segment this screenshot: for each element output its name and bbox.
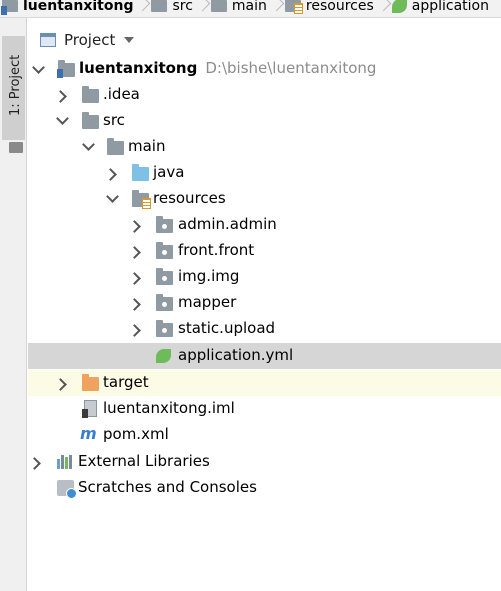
chevron-down-icon[interactable] — [124, 37, 135, 43]
tree-node-target[interactable]: target — [28, 370, 501, 396]
tree-node-project-root[interactable]: luentanxitong D:\bishe\luentanxitong — [28, 56, 501, 82]
tree-node-admin-admin[interactable]: admin.admin — [28, 212, 501, 238]
maven-m-icon: m — [80, 424, 97, 443]
breadcrumb-separator — [271, 0, 283, 17]
navigation-breadcrumb: luentanxitong src main resources applica… — [0, 0, 501, 18]
module-file-icon — [82, 400, 97, 418]
spring-leaf-icon — [156, 349, 171, 363]
expanded-arrow-icon[interactable] — [107, 193, 117, 203]
tree-node-src[interactable]: src — [28, 108, 501, 134]
tree-node-resources[interactable]: resources — [28, 186, 501, 212]
collapsed-arrow-icon[interactable] — [56, 91, 66, 101]
breadcrumb-separator — [378, 0, 390, 17]
library-icon — [57, 455, 74, 469]
project-view-selector[interactable]: Project — [64, 31, 115, 49]
tree-node-front-front[interactable]: front.front — [28, 238, 501, 264]
tool-window-strip: 1: Project — [0, 18, 27, 591]
collapsed-arrow-icon[interactable] — [30, 458, 40, 468]
project-pane-icon — [40, 33, 56, 47]
collapsed-arrow-icon[interactable] — [56, 379, 66, 389]
folder-icon — [82, 112, 99, 129]
tree-node-iml-file[interactable]: luentanxitong.iml — [28, 396, 501, 422]
scratch-icon — [57, 480, 77, 499]
expanded-arrow-icon[interactable] — [83, 141, 93, 151]
collapsed-arrow-icon[interactable] — [130, 299, 140, 309]
project-tool-window-tab[interactable]: 1: Project — [2, 36, 25, 153]
package-folder-icon — [156, 294, 173, 311]
folder-icon — [151, 0, 168, 12]
package-folder-icon — [156, 216, 173, 233]
expanded-arrow-icon[interactable] — [33, 64, 43, 74]
breadcrumb-src[interactable]: src — [149, 0, 193, 17]
package-folder-icon — [156, 242, 173, 259]
tree-node-external-libraries[interactable]: External Libraries — [28, 449, 501, 475]
tree-node-main[interactable]: main — [28, 134, 501, 160]
expanded-arrow-icon[interactable] — [57, 115, 67, 125]
breadcrumb-project[interactable]: luentanxitong — [0, 0, 133, 17]
tree-node-idea[interactable]: .idea — [28, 82, 501, 108]
breadcrumb-application[interactable]: application — [390, 0, 489, 17]
tree-node-application-yml[interactable]: application.yml — [28, 343, 501, 369]
collapsed-arrow-icon[interactable] — [130, 273, 140, 283]
tree-node-java[interactable]: java — [28, 160, 501, 186]
collapsed-arrow-icon[interactable] — [130, 325, 140, 335]
collapsed-arrow-icon[interactable] — [130, 221, 140, 231]
project-name: luentanxitong — [79, 59, 198, 77]
tree-node-scratches[interactable]: Scratches and Consoles — [28, 475, 501, 501]
module-folder-icon — [57, 60, 75, 78]
tree-node-mapper[interactable]: mapper — [28, 290, 501, 316]
tree-node-static-upload[interactable]: static.upload — [28, 316, 501, 342]
breadcrumb-separator — [197, 0, 209, 17]
source-folder-icon — [132, 164, 149, 181]
package-folder-icon — [156, 320, 173, 337]
project-tab-label: 1: Project — [8, 54, 23, 116]
resources-folder-icon — [132, 190, 151, 209]
resources-folder-icon — [284, 0, 303, 14]
excluded-folder-icon — [82, 374, 99, 391]
folder-icon — [107, 138, 124, 155]
spring-leaf-icon — [391, 0, 407, 13]
breadcrumb-main[interactable]: main — [209, 0, 267, 17]
folder-icon — [9, 142, 23, 153]
breadcrumb-resources[interactable]: resources — [283, 0, 374, 17]
folder-icon — [210, 0, 227, 12]
project-view-header: Project — [28, 28, 501, 52]
tree-node-img-img[interactable]: img.img — [28, 264, 501, 290]
tree-node-pom-xml[interactable]: m pom.xml — [28, 422, 501, 448]
collapsed-arrow-icon[interactable] — [106, 169, 116, 179]
module-folder-icon — [1, 0, 18, 15]
breadcrumb-separator — [137, 0, 149, 17]
folder-icon — [82, 86, 99, 103]
collapsed-arrow-icon[interactable] — [130, 247, 140, 257]
package-folder-icon — [156, 268, 173, 285]
project-path: D:\bishe\luentanxitong — [205, 59, 377, 77]
